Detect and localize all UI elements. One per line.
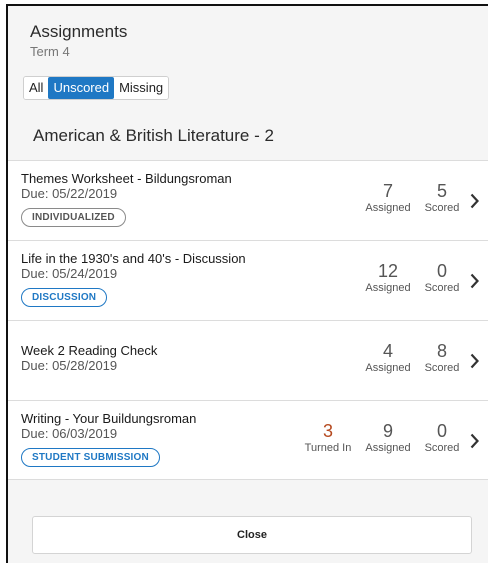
assigned-label: Assigned [365, 202, 411, 214]
assignment-due-date: Due: 05/24/2019 [21, 266, 118, 281]
scored-label: Scored [424, 362, 460, 374]
panel-footer: Close [8, 504, 488, 563]
scored-stat: 0 Scored [420, 421, 464, 454]
chevron-right-icon[interactable] [470, 353, 479, 369]
scored-label: Scored [424, 442, 460, 454]
term-subtitle: Term 4 [30, 44, 70, 59]
assignment-type-badge: DISCUSSION [21, 288, 108, 307]
assignment-name: Writing - Your Buildungsroman [21, 411, 197, 426]
assignments-panel: Assignments Term 4 All Unscored Missing … [6, 4, 488, 563]
assignment-due-date: Due: 06/03/2019 [21, 426, 118, 441]
assigned-label: Assigned [365, 362, 411, 374]
scored-stat: 8 Scored [420, 341, 464, 374]
assigned-count: 12 [377, 261, 399, 281]
scored-count: 5 [436, 181, 447, 201]
page-title: Assignments [30, 22, 128, 41]
filter-missing-button[interactable]: Missing [114, 77, 169, 99]
assigned-count: 4 [382, 341, 393, 361]
assigned-label: Assigned [365, 442, 411, 454]
assigned-label: Assigned [365, 282, 411, 294]
assignment-row[interactable]: Week 2 Reading Check Due: 05/28/2019 4 A… [8, 320, 488, 400]
chevron-right-icon[interactable] [470, 273, 479, 289]
filter-unscored-button[interactable]: Unscored [48, 77, 115, 99]
assignment-name: Life in the 1930's and 40's - Discussion [21, 251, 246, 266]
assignment-row[interactable]: Life in the 1930's and 40's - Discussion… [8, 240, 488, 320]
filter-all-button[interactable]: All [24, 77, 49, 99]
assignment-row[interactable]: Themes Worksheet - Bildungsroman Due: 05… [8, 160, 488, 240]
assignment-name: Themes Worksheet - Bildungsroman [21, 171, 232, 186]
assigned-count: 7 [382, 181, 393, 201]
assignment-name: Week 2 Reading Check [21, 343, 158, 358]
assignment-due-date: Due: 05/22/2019 [21, 186, 118, 201]
scored-stat: 0 Scored [420, 261, 464, 294]
assignment-row[interactable]: Writing - Your Buildungsroman Due: 06/03… [8, 400, 488, 480]
scored-count: 0 [436, 261, 447, 281]
assigned-stat: 9 Assigned [360, 421, 416, 454]
scored-label: Scored [424, 282, 460, 294]
close-button[interactable]: Close [32, 516, 472, 554]
turned-in-label: Turned In [304, 442, 352, 454]
scored-count: 8 [436, 341, 447, 361]
scored-label: Scored [424, 202, 460, 214]
assignment-type-badge: INDIVIDUALIZED [21, 208, 126, 227]
assignment-list: Themes Worksheet - Bildungsroman Due: 05… [8, 160, 488, 480]
turned-in-count: 3 [322, 421, 333, 441]
scored-stat: 5 Scored [420, 181, 464, 214]
assigned-stat: 4 Assigned [360, 341, 416, 374]
course-title: American & British Literature - 2 [33, 126, 274, 145]
scored-count: 0 [436, 421, 447, 441]
assigned-stat: 12 Assigned [360, 261, 416, 294]
chevron-right-icon[interactable] [470, 433, 479, 449]
panel-header: Assignments Term 4 [8, 6, 488, 68]
assigned-count: 9 [382, 421, 393, 441]
assignment-type-badge: STUDENT SUBMISSION [21, 448, 160, 467]
filter-toggle-group: All Unscored Missing [23, 76, 170, 100]
assigned-stat: 7 Assigned [360, 181, 416, 214]
turned-in-stat: 3 Turned In [298, 421, 358, 454]
assignment-due-date: Due: 05/28/2019 [21, 358, 118, 373]
chevron-right-icon[interactable] [470, 193, 479, 209]
